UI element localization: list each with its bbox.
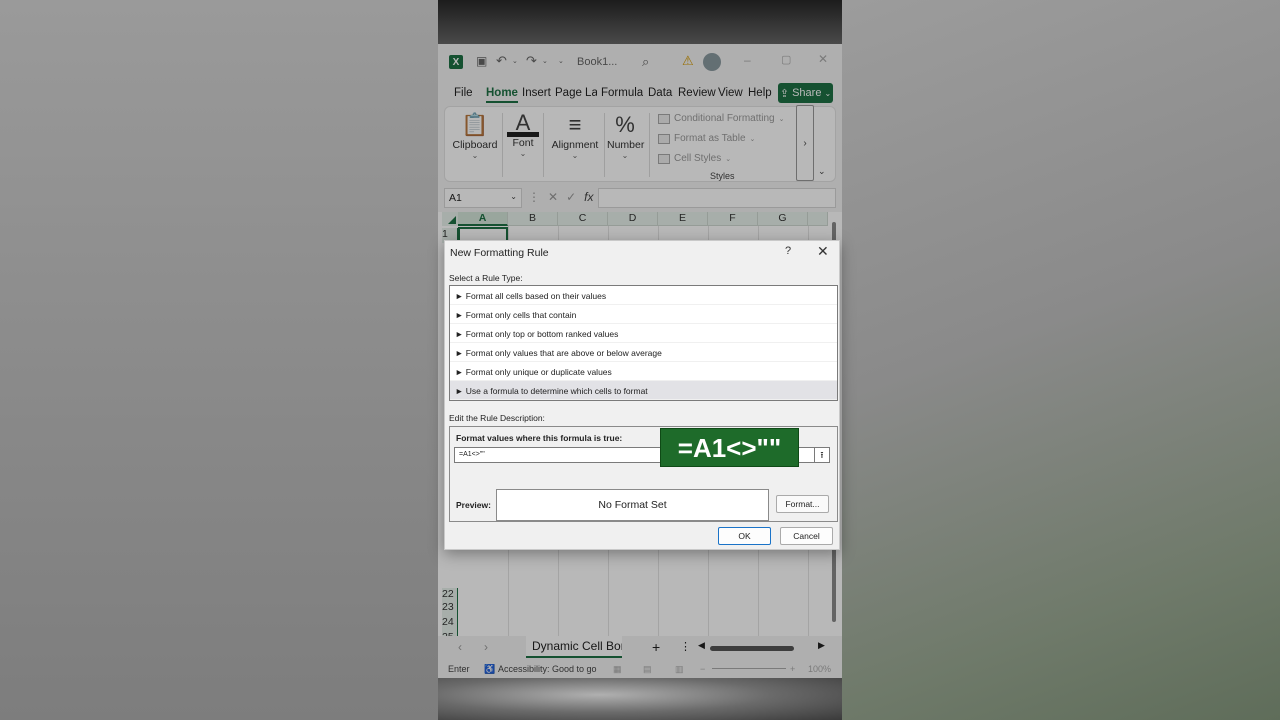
formula-label: Format values where this formula is true… bbox=[456, 433, 623, 443]
collapse-dialog-icon[interactable]: ⭱ bbox=[814, 447, 830, 463]
select-rule-type-label: Select a Rule Type: bbox=[449, 273, 523, 283]
format-button[interactable]: Format... bbox=[776, 495, 829, 513]
edit-rule-description-label: Edit the Rule Description: bbox=[449, 413, 545, 423]
new-formatting-rule-dialog: New Formatting Rule ? ✕ Select a Rule Ty… bbox=[444, 240, 840, 550]
rule-type-item[interactable]: ► Format only cells that contain bbox=[450, 305, 837, 324]
ok-button[interactable]: OK bbox=[718, 527, 771, 545]
formula-callout-banner: =A1<>"" bbox=[660, 428, 799, 467]
rule-type-list[interactable]: ► Format all cells based on their values… bbox=[449, 285, 838, 401]
preview-label: Preview: bbox=[456, 500, 491, 510]
rule-type-item[interactable]: ► Format only values that are above or b… bbox=[450, 343, 837, 362]
rule-type-item-selected[interactable]: ► Use a formula to determine which cells… bbox=[450, 381, 837, 400]
help-icon[interactable]: ? bbox=[785, 245, 791, 257]
rule-type-item[interactable]: ► Format all cells based on their values bbox=[450, 286, 837, 305]
background-top bbox=[438, 0, 842, 44]
rule-type-item[interactable]: ► Format only unique or duplicate values bbox=[450, 362, 837, 381]
cancel-button[interactable]: Cancel bbox=[780, 527, 833, 545]
background-right bbox=[842, 0, 1280, 720]
dialog-title: New Formatting Rule bbox=[450, 247, 549, 259]
rule-type-item[interactable]: ► Format only top or bottom ranked value… bbox=[450, 324, 837, 343]
background-bottom bbox=[438, 678, 842, 720]
preview-box: No Format Set bbox=[496, 489, 769, 521]
background-left bbox=[0, 0, 438, 720]
close-icon[interactable]: ✕ bbox=[817, 243, 829, 260]
